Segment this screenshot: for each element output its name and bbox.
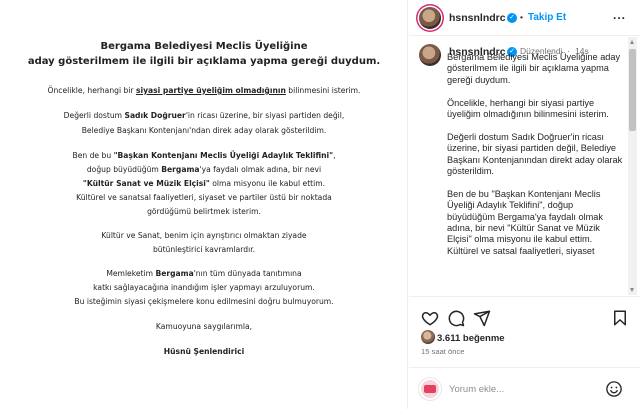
document-title-line1: Bergama Belediyesi Meclis Üyeliğine bbox=[100, 41, 308, 52]
document-signature: Hüsnü Şenlendirici bbox=[163, 347, 245, 356]
comment-input[interactable] bbox=[449, 381, 599, 397]
document-paragraph: Memleketim Bergama'nın tüm dünyada tanıt… bbox=[106, 269, 302, 278]
header-separator: • bbox=[520, 12, 523, 22]
document-paragraph: Değerli dostum Sadık Doğruer'in ricası ü… bbox=[63, 111, 345, 120]
document-paragraph: Bu isteğimin siyasi çekişmelere konu edi… bbox=[74, 297, 334, 306]
scrollbar-thumb[interactable] bbox=[629, 49, 636, 131]
add-comment-bar bbox=[409, 367, 640, 409]
post-time[interactable]: 15 saat önce bbox=[421, 347, 465, 356]
document-closing: Kamuoyuna saygılarımla, bbox=[155, 322, 253, 331]
statement-document: Bergama Belediyesi Meclis Üyeliğine aday… bbox=[0, 0, 408, 409]
document-paragraph: Ben de bu "Başkan Kontenjanı Meclis Üyel… bbox=[72, 151, 336, 160]
document-paragraph: katkı sağlayacağına inandığım işler yapm… bbox=[93, 283, 315, 292]
document-paragraph: gördüğümü belirtmek isterim. bbox=[147, 207, 261, 216]
heart-icon[interactable] bbox=[421, 309, 439, 327]
document-title-line2: aday gösterilmem ile ilgili bir açıklama… bbox=[27, 56, 381, 67]
caption-paragraph: Bergama Belediyesi Meclis Üyeliğine aday… bbox=[447, 52, 621, 85]
comments-scrollbar[interactable] bbox=[628, 37, 637, 295]
current-user-avatar bbox=[419, 378, 441, 400]
document-paragraph: doğup büyüdüğüm Bergama'ya faydalı olmak… bbox=[86, 165, 322, 174]
follow-button[interactable]: Takip Et bbox=[528, 12, 566, 23]
post-image: Bergama Belediyesi Meclis Üyeliğine aday… bbox=[0, 0, 408, 409]
author-avatar[interactable] bbox=[419, 7, 441, 29]
liker-avatar[interactable] bbox=[421, 330, 435, 344]
caption-paragraph: Değerli dostum Sadık Doğruer'in ricası ü… bbox=[447, 131, 623, 177]
caption-paragraph: Öncelikle, herhangi bir siyasi partiye ü… bbox=[447, 97, 609, 120]
scroll-down-arrow-icon[interactable] bbox=[630, 288, 634, 292]
scroll-up-arrow-icon[interactable] bbox=[630, 40, 634, 44]
comment-author-avatar[interactable] bbox=[419, 44, 441, 66]
share-icon[interactable] bbox=[473, 309, 491, 327]
document-paragraph: "Kültür Sanat ve Müzik Elçisi" olma misy… bbox=[82, 179, 326, 188]
bookmark-icon[interactable] bbox=[611, 309, 629, 327]
comment-icon[interactable] bbox=[447, 309, 465, 327]
post-caption: Bergama Belediyesi Meclis Üyeliğine aday… bbox=[447, 52, 623, 269]
likes-count[interactable]: 3.611 beğenme bbox=[437, 333, 505, 344]
document-paragraph: Öncelikle, herhangi bir siyasi partiye ü… bbox=[47, 86, 361, 95]
author-username[interactable]: hsnsnlndrc bbox=[449, 12, 506, 24]
document-paragraph: Kültürel ve sanatsal faaliyetleri, siyas… bbox=[76, 193, 332, 202]
document-paragraph: bütünleştirici kavramlardır. bbox=[152, 245, 256, 254]
post-header: hsnsnlndrc ✓ • Takip Et ... bbox=[409, 0, 640, 36]
more-options-button[interactable]: ... bbox=[613, 8, 626, 22]
post-actions bbox=[409, 296, 640, 336]
document-paragraph: Belediye Başkanı Kontenjanı'ndan direk a… bbox=[81, 126, 327, 135]
post-sidebar: hsnsnlndrc ✓ • Takip Et ... hsnsnlndrc ✓… bbox=[409, 0, 640, 409]
verified-badge-icon: ✓ bbox=[507, 13, 517, 23]
document-paragraph: Kültür ve Sanat, benim için ayrıştırıcı … bbox=[101, 231, 307, 240]
caption-paragraph: Ben de bu "Başkan Kontenjanı Meclis Üyel… bbox=[447, 188, 603, 256]
emoji-icon[interactable] bbox=[605, 380, 623, 398]
